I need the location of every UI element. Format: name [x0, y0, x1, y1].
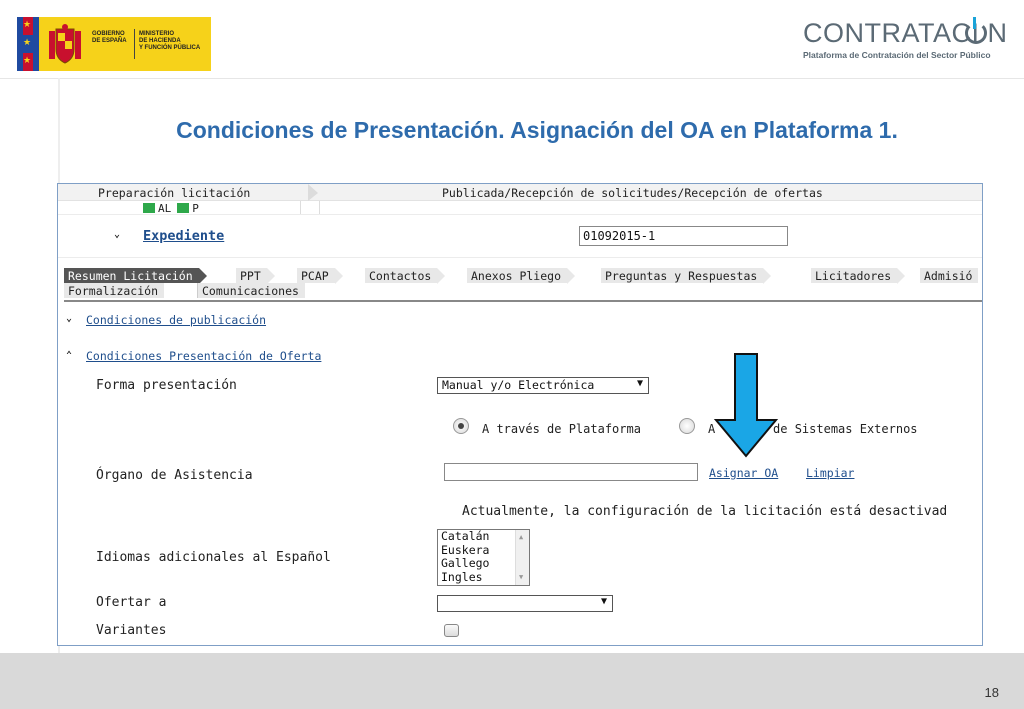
tab-resumen-licitacion[interactable]: Resumen Licitación	[64, 268, 207, 284]
phase-separator	[308, 184, 318, 201]
radio-plataforma[interactable]	[453, 418, 469, 434]
idiomas-listbox[interactable]: Catalán Euskera Gallego Ingles ▲ ▼	[437, 529, 530, 586]
forma-presentacion-value: Manual y/o Electrónica	[442, 378, 595, 392]
expediente-field[interactable]: 01092015-1	[579, 226, 788, 246]
chevron-down-icon[interactable]: ⌄	[66, 313, 72, 324]
brand-subtitle: Plataforma de Contratación del Sector Pú…	[803, 50, 991, 60]
page-number: 18	[984, 685, 999, 700]
slide-title: Condiciones de Presentación. Asignación …	[176, 117, 898, 143]
ministerio-text: MINISTERIO DE HACIENDA Y FUNCIÓN PÚBLICA	[139, 31, 201, 51]
status-green-square	[143, 203, 155, 213]
tab-formalizacion[interactable]: Formalización	[64, 283, 165, 298]
listbox-scrollbar[interactable]: ▲ ▼	[515, 530, 529, 585]
tab-pcap[interactable]: PCAP	[297, 268, 343, 284]
status-green-square	[177, 203, 190, 213]
tab-ppt[interactable]: PPT	[236, 268, 275, 284]
variantes-label: Variantes	[96, 623, 167, 638]
tab-contactos[interactable]: Contactos	[365, 268, 446, 284]
section-condiciones-publicacion[interactable]: Condiciones de publicación	[86, 313, 266, 327]
tabs-divider	[64, 300, 982, 302]
organo-asistencia-field[interactable]	[444, 463, 698, 481]
chevron-down-icon[interactable]: ⌄	[114, 229, 120, 240]
contratacion-logo: CONTRATACI N Plataforma de Contratación …	[803, 17, 1013, 60]
asignar-oa-link[interactable]: Asignar OA	[709, 466, 778, 480]
expediente-link[interactable]: Expediente	[143, 228, 224, 244]
power-icon	[965, 17, 987, 44]
limpiar-link[interactable]: Limpiar	[806, 466, 854, 480]
tab-comunicaciones[interactable]: Comunicaciones	[197, 283, 305, 298]
phase-bar: Preparación licitación Publicada/Recepci…	[58, 184, 982, 201]
tab-preguntas-respuestas[interactable]: Preguntas y Respuestas	[601, 268, 772, 284]
radio-plataforma-label: A través de Plataforma	[482, 422, 641, 436]
variantes-checkbox[interactable]	[444, 624, 459, 637]
phase-preparacion: Preparación licitación	[98, 186, 251, 200]
idiomas-label: Idiomas adicionales al Español	[96, 550, 331, 565]
logo-divider	[134, 29, 135, 59]
gobierno-text: GOBIERNO DE ESPAÑA	[92, 31, 127, 44]
tab-licitadores[interactable]: Licitadores	[811, 268, 906, 284]
eu-flag-strip: ★ ★ ★	[17, 17, 39, 71]
chevron-up-icon[interactable]: ⌃	[66, 350, 72, 361]
radio-sistemas-externos[interactable]	[679, 418, 695, 434]
forma-presentacion-select[interactable]: Manual y/o Electrónica ▼	[437, 377, 649, 394]
gobierno-logo: ★ ★ ★ GOBIERNO DE ESPAÑA MINISTERIO DE H…	[17, 17, 211, 71]
ofertar-a-label: Ofertar a	[96, 595, 167, 610]
coat-of-arms-icon	[49, 24, 81, 64]
config-notice: Actualmente, la configuración de la lici…	[462, 504, 948, 519]
dropdown-arrow-icon: ▼	[636, 378, 643, 389]
organo-asistencia-label: Órgano de Asistencia	[96, 468, 253, 483]
platform-screenshot: Preparación licitación Publicada/Recepci…	[57, 183, 983, 646]
dropdown-arrow-icon: ▼	[600, 596, 607, 607]
slide-footer: 18	[0, 653, 1024, 709]
forma-presentacion-label: Forma presentación	[96, 378, 237, 393]
section-condiciones-presentacion[interactable]: Condiciones Presentación de Oferta	[86, 349, 321, 363]
arrow-down-icon	[713, 353, 779, 458]
expediente-row: ⌄ Expediente 01092015-1	[58, 214, 982, 258]
legend-grid	[300, 201, 320, 215]
tab-anexos-pliego[interactable]: Anexos Pliego	[467, 268, 576, 284]
phase-publicada: Publicada/Recepción de solicitudes/Recep…	[442, 186, 823, 200]
scroll-down-icon[interactable]: ▼	[519, 573, 523, 581]
header-divider	[0, 78, 1024, 79]
tab-admision[interactable]: Admisió	[920, 268, 979, 283]
ofertar-a-select[interactable]: ▼	[437, 595, 613, 612]
tab-bar: Resumen Licitación PPT PCAP Contactos An…	[64, 268, 982, 302]
scroll-up-icon[interactable]: ▲	[519, 533, 523, 541]
